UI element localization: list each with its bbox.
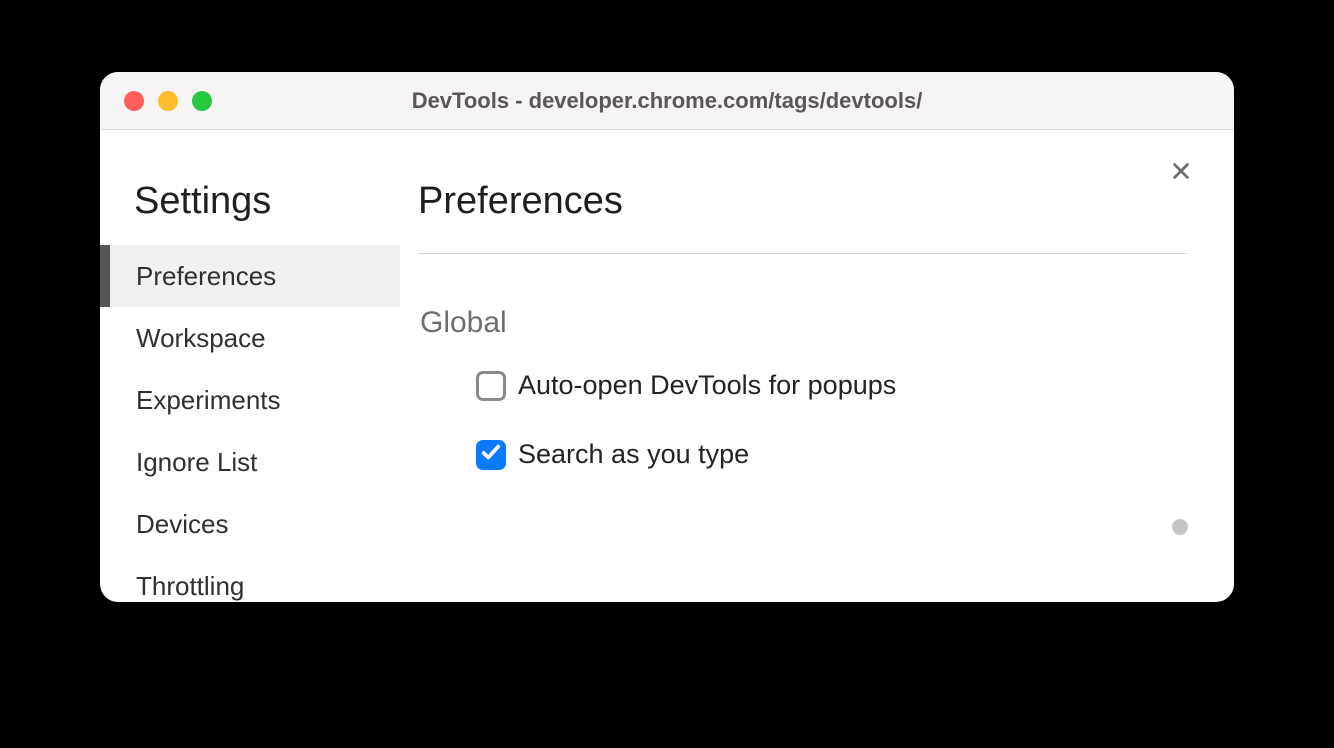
checkmark-icon — [480, 441, 502, 468]
settings-sidebar: Settings Preferences Workspace Experimen… — [100, 130, 400, 602]
devtools-window: DevTools - developer.chrome.com/tags/dev… — [100, 72, 1234, 602]
settings-content: Settings Preferences Workspace Experimen… — [100, 130, 1234, 602]
titlebar: DevTools - developer.chrome.com/tags/dev… — [100, 72, 1234, 130]
checkbox-search-as-you-type[interactable] — [476, 440, 506, 470]
option-label: Search as you type — [518, 439, 749, 470]
preferences-scroll-area: Global Auto-open DevTools for popups Sea… — [418, 253, 1188, 553]
sidebar-item-devices[interactable]: Devices — [100, 493, 400, 555]
option-search-as-you-type: Search as you type — [476, 439, 1188, 470]
sidebar-item-label: Experiments — [136, 385, 281, 416]
traffic-lights — [124, 91, 212, 111]
sidebar-item-workspace[interactable]: Workspace — [100, 307, 400, 369]
option-auto-open-devtools: Auto-open DevTools for popups — [476, 370, 1188, 401]
page-title: Preferences — [418, 180, 1188, 223]
settings-main: Preferences Global Auto-open DevTools fo… — [400, 130, 1234, 602]
checkbox-auto-open-devtools[interactable] — [476, 371, 506, 401]
window-title: DevTools - developer.chrome.com/tags/dev… — [100, 88, 1234, 114]
sidebar-item-label: Devices — [136, 509, 228, 540]
sidebar-item-ignore-list[interactable]: Ignore List — [100, 431, 400, 493]
sidebar-item-throttling[interactable]: Throttling — [100, 555, 400, 602]
scrollbar-thumb[interactable] — [1172, 519, 1188, 535]
window-zoom-button[interactable] — [192, 91, 212, 111]
sidebar-item-label: Ignore List — [136, 447, 257, 478]
window-close-button[interactable] — [124, 91, 144, 111]
sidebar-item-label: Workspace — [136, 323, 266, 354]
option-label: Auto-open DevTools for popups — [518, 370, 896, 401]
section-title-global: Global — [420, 306, 1188, 340]
sidebar-item-label: Preferences — [136, 261, 276, 292]
sidebar-item-preferences[interactable]: Preferences — [100, 245, 400, 307]
sidebar-item-label: Throttling — [136, 571, 244, 602]
sidebar-item-experiments[interactable]: Experiments — [100, 369, 400, 431]
sidebar-title: Settings — [100, 180, 400, 245]
window-minimize-button[interactable] — [158, 91, 178, 111]
